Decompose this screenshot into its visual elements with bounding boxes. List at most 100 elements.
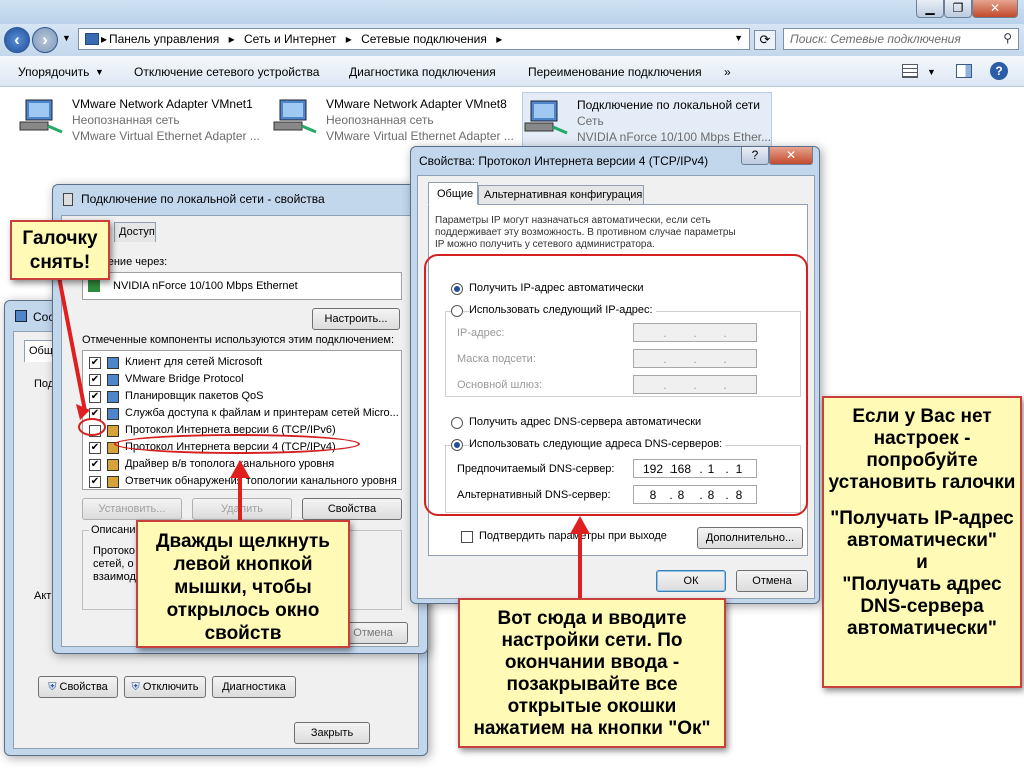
address-dropdown-icon[interactable]: ▼ bbox=[734, 33, 743, 43]
note-line: "Получать адрес DNS-сервера автоматическ… bbox=[842, 574, 1002, 639]
breadcrumb-item[interactable]: Сетевые подключения bbox=[361, 32, 487, 46]
diagnostics-button[interactable]: Диагностика bbox=[212, 676, 296, 698]
note-double-click: Дважды щелкнуть левой кнопкой мышки, что… bbox=[136, 520, 350, 648]
note-enter-settings: Вот сюда и вводите настройки сети. По ок… bbox=[458, 598, 726, 748]
folder-icon bbox=[85, 33, 99, 45]
forward-button[interactable]: › bbox=[32, 27, 58, 53]
ipv4-item-highlight bbox=[114, 434, 360, 454]
component-icon bbox=[107, 374, 119, 386]
rename-button[interactable]: Переименование подключения bbox=[528, 65, 702, 79]
restore-icon: ❐ bbox=[952, 1, 964, 15]
address-row: ‹ › ▼ ▸ Панель управления ▸ Сеть и Интер… bbox=[0, 24, 1024, 56]
tab-general[interactable]: Общие bbox=[428, 182, 478, 205]
disable-device-button[interactable]: Отключение сетевого устройства bbox=[134, 65, 319, 79]
component-checkbox[interactable]: ✔ bbox=[89, 442, 101, 454]
remove-button[interactable]: Удалить bbox=[192, 498, 292, 520]
view-icon[interactable] bbox=[902, 64, 918, 78]
diagnose-button[interactable]: Диагностика подключения bbox=[349, 65, 496, 79]
command-bar: Упорядочить ▼ Отключение сетевого устрой… bbox=[0, 56, 1024, 87]
history-dropdown-icon[interactable]: ▼ bbox=[62, 33, 71, 43]
adapter-icon bbox=[88, 280, 100, 292]
separator-icon: ▸ bbox=[496, 32, 503, 46]
description-label: Описани bbox=[89, 524, 138, 536]
note-auto-settings: Если у Вас нет настроек - попробуйте уст… bbox=[822, 396, 1022, 688]
separator-icon: ▸ bbox=[345, 32, 352, 46]
adapter-item[interactable]: VMware Network Adapter VMnet1 Неопознанн… bbox=[18, 92, 266, 152]
component-label: VMware Bridge Protocol bbox=[125, 373, 244, 385]
cancel-button[interactable]: Отмена bbox=[736, 570, 808, 592]
help-button[interactable]: ? bbox=[741, 147, 769, 165]
adapter-item-selected[interactable]: Подключение по локальной сети Сеть NVIDI… bbox=[522, 92, 772, 152]
refresh-button[interactable]: ⟳ bbox=[754, 30, 776, 50]
breadcrumb-item[interactable]: Панель управления bbox=[109, 32, 219, 46]
shield-icon: ⛨ bbox=[48, 681, 57, 693]
close-button[interactable]: ✕ bbox=[972, 0, 1018, 18]
chevron-down-icon[interactable]: ▼ bbox=[927, 67, 936, 77]
note-uncheck: Галочку снять! bbox=[10, 220, 110, 280]
component-row[interactable]: ✔ Клиент для сетей Microsoft bbox=[87, 355, 399, 371]
maximize-button[interactable]: ❐ bbox=[944, 0, 972, 18]
intro-text: Параметры IP могут назначаться автоматич… bbox=[435, 215, 736, 250]
help-icon[interactable]: ? bbox=[990, 62, 1008, 80]
search-input[interactable]: Поиск: Сетевые подключения ⚲ bbox=[783, 28, 1019, 50]
arrow-head-icon bbox=[570, 516, 590, 534]
component-checkbox[interactable]: ✔ bbox=[89, 391, 101, 403]
tab-alternate-config[interactable]: Альтернативная конфигурация bbox=[478, 185, 644, 205]
ok-button[interactable]: ОК bbox=[656, 570, 726, 592]
note-line: "Получать IP-адрес автоматически" bbox=[830, 508, 1014, 551]
network-icon bbox=[63, 193, 73, 206]
network-adapter-icon bbox=[273, 99, 317, 134]
component-row[interactable]: ✔ VMware Bridge Protocol bbox=[87, 372, 399, 388]
component-icon bbox=[107, 408, 119, 420]
note-line: и bbox=[916, 552, 928, 573]
note-line: Если у Вас нет настроек - попробуйте уст… bbox=[828, 406, 1016, 493]
tab-access[interactable]: Доступ bbox=[114, 222, 156, 242]
minimize-button[interactable]: ▁ bbox=[916, 0, 944, 18]
component-icon bbox=[107, 459, 119, 471]
adapter-name: VMware Network Adapter VMnet1 bbox=[72, 97, 253, 111]
adapter-device: NVIDIA nForce 10/100 Mbps Ether... bbox=[577, 130, 772, 144]
validate-checkbox[interactable] bbox=[461, 531, 473, 543]
configure-button[interactable]: Настроить... bbox=[312, 308, 400, 330]
adapter-status: Сеть bbox=[577, 114, 604, 128]
properties-button[interactable]: Свойства bbox=[302, 498, 402, 520]
adapter-item[interactable]: VMware Network Adapter VMnet8 Неопознанн… bbox=[272, 92, 520, 152]
network-icon bbox=[15, 310, 27, 322]
component-icon bbox=[107, 391, 119, 403]
component-row[interactable]: ✔ Служба доступа к файлам и принтерам сет… bbox=[87, 406, 399, 422]
close-button[interactable]: Закрыть bbox=[294, 722, 370, 744]
search-placeholder: Поиск: Сетевые подключения bbox=[790, 32, 961, 46]
shield-icon: ⛨ bbox=[131, 681, 140, 693]
adapter-status: Неопознанная сеть bbox=[326, 113, 434, 127]
adapter-name: Подключение по локальной сети bbox=[577, 98, 760, 112]
component-checkbox[interactable]: ✔ bbox=[89, 357, 101, 369]
address-bar[interactable]: ▸ Панель управления ▸ Сеть и Интернет ▸ … bbox=[78, 28, 750, 50]
separator-icon: ▸ bbox=[228, 32, 235, 46]
advanced-button[interactable]: Дополнительно... bbox=[697, 527, 803, 549]
close-button[interactable]: ✕ bbox=[769, 147, 813, 165]
network-adapter-icon bbox=[19, 99, 63, 134]
close-icon: ✕ bbox=[989, 1, 1001, 15]
arrow-head-icon bbox=[230, 460, 250, 478]
component-checkbox[interactable]: ✔ bbox=[89, 476, 101, 488]
component-checkbox[interactable]: ✔ bbox=[89, 459, 101, 471]
refresh-icon: ⟳ bbox=[759, 32, 771, 47]
back-arrow-icon: ‹ bbox=[14, 30, 20, 49]
preview-pane-icon[interactable] bbox=[956, 64, 972, 78]
back-button[interactable]: ‹ bbox=[4, 27, 30, 53]
minimize-icon: ▁ bbox=[925, 1, 935, 15]
adapter-device: VMware Virtual Ethernet Adapter ... bbox=[72, 129, 260, 143]
arrow-line bbox=[238, 476, 242, 520]
breadcrumb-item[interactable]: Сеть и Интернет bbox=[244, 32, 336, 46]
install-button[interactable]: Установить... bbox=[82, 498, 182, 520]
organize-menu[interactable]: Упорядочить bbox=[18, 65, 89, 79]
components-label: Отмеченные компоненты используются этим … bbox=[82, 334, 395, 346]
more-commands-button[interactable]: » bbox=[724, 65, 731, 79]
disable-button[interactable]: ⛨ Отключить bbox=[124, 676, 206, 698]
component-checkbox[interactable]: ✔ bbox=[89, 374, 101, 386]
properties-button[interactable]: ⛨ Свойства bbox=[38, 676, 118, 698]
settings-highlight bbox=[424, 254, 808, 516]
window-title: Свойства: Протокол Интернета версии 4 (T… bbox=[419, 154, 709, 168]
component-row[interactable]: ✔ Планировщик пакетов QoS bbox=[87, 389, 399, 405]
component-icon bbox=[107, 357, 119, 369]
